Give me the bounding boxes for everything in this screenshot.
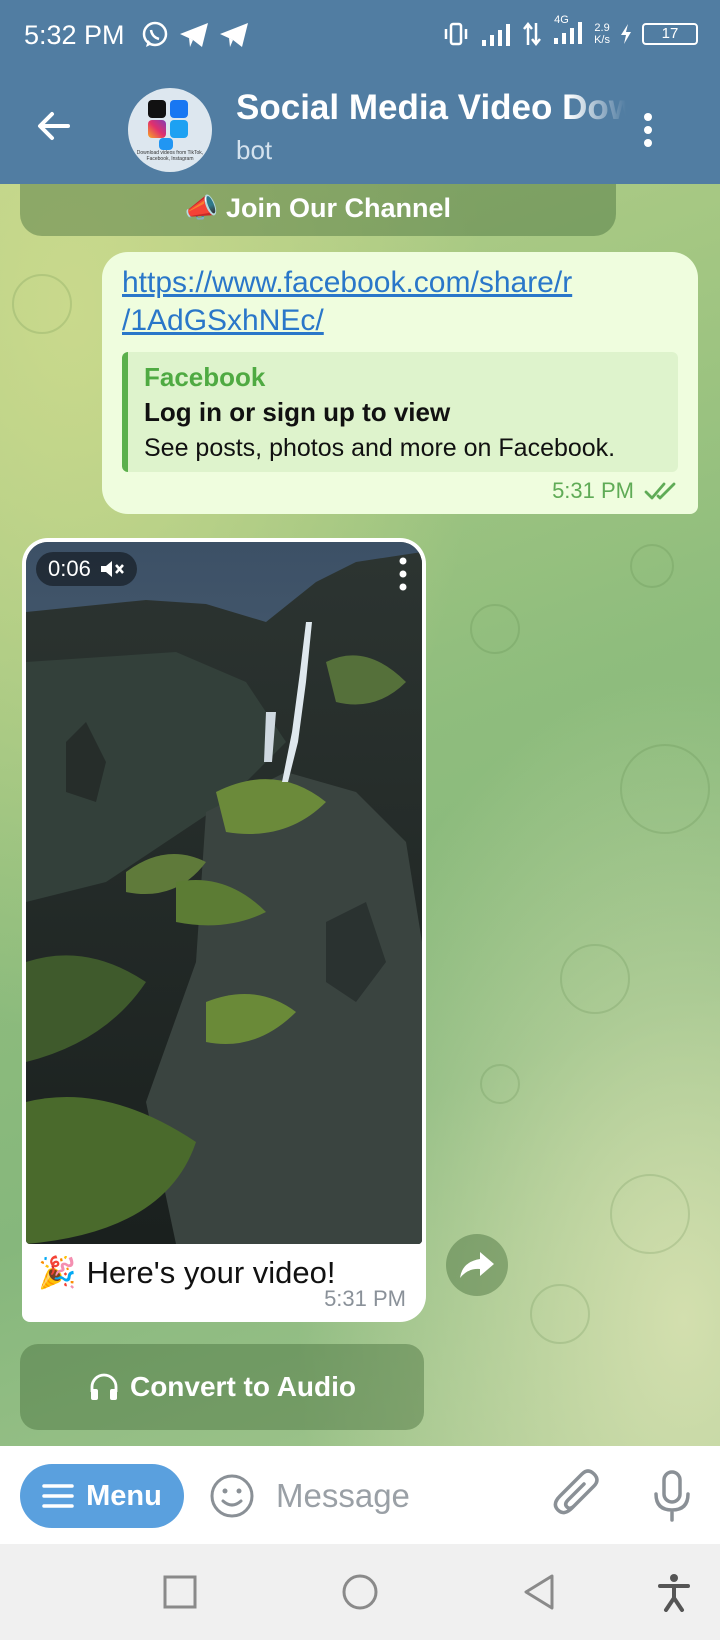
- instagram-icon: [148, 120, 166, 138]
- video-player[interactable]: 0:06: [26, 542, 422, 1244]
- caption-text: Here's your video!: [86, 1254, 336, 1290]
- back-arrow-icon[interactable]: [34, 106, 74, 146]
- battery-indicator: 17: [642, 22, 698, 45]
- tiktok-icon: [148, 100, 166, 118]
- more-options-icon[interactable]: [638, 110, 658, 150]
- chat-header: Download videos from TikTok, Facebook, I…: [0, 80, 720, 180]
- background-doodle: [470, 604, 520, 654]
- facebook-icon: [170, 100, 188, 118]
- video-duration-badge[interactable]: 0:06: [36, 552, 137, 586]
- accessibility-icon[interactable]: [654, 1572, 694, 1612]
- convert-audio-label: Convert to Audio: [129, 1371, 357, 1402]
- signal-icon: [482, 23, 511, 46]
- background-doodle: [620, 744, 710, 834]
- network-type: 4G: [554, 14, 569, 26]
- message-time: 5:31 PM: [324, 1286, 406, 1311]
- preview-title: Log in or sign up to view: [144, 397, 451, 427]
- whatsapp-icon: [142, 21, 168, 47]
- notification-icons: [140, 20, 250, 50]
- background-doodle: [560, 944, 630, 1014]
- twitter-icon: [170, 120, 188, 138]
- telegram-icon: [180, 23, 208, 47]
- video-options-icon[interactable]: [398, 556, 408, 592]
- outgoing-message[interactable]: https://www.facebook.com/share/r /1AdGSx…: [102, 252, 698, 514]
- download-icon: [159, 138, 173, 150]
- convert-to-audio-button[interactable]: Convert to Audio: [20, 1344, 424, 1430]
- home-circle-icon[interactable]: [340, 1572, 380, 1612]
- status-right: 4G 2.9 K/s 17: [442, 14, 698, 47]
- join-channel-button[interactable]: 📣 Join Our Channel: [20, 184, 616, 236]
- recents-square-icon[interactable]: [160, 1572, 200, 1612]
- telegram-icon: [220, 23, 248, 47]
- background-doodle: [480, 1064, 520, 1104]
- chat-title[interactable]: Social Media Video Dow: [236, 88, 626, 128]
- muted-speaker-icon[interactable]: [99, 558, 125, 580]
- net-speed: 2.9 K/s: [594, 21, 610, 46]
- preview-description: See posts, photos and more on Facebook.: [144, 434, 616, 462]
- preview-site-name: Facebook: [144, 362, 266, 392]
- message-meta: 5:31 PM: [552, 478, 678, 504]
- back-triangle-icon[interactable]: [520, 1572, 560, 1612]
- background-doodle: [610, 1174, 690, 1254]
- hamburger-icon: [42, 1484, 74, 1508]
- menu-button-label: Menu: [86, 1479, 162, 1512]
- message-link[interactable]: https://www.facebook.com/share/r: [122, 264, 678, 302]
- party-popper-icon: 🎉: [38, 1255, 77, 1290]
- system-nav-bar: [0, 1544, 720, 1640]
- headphones-icon: [90, 1373, 118, 1400]
- emoji-icon[interactable]: [208, 1472, 256, 1520]
- message-time: 5:31 PM: [552, 478, 634, 503]
- message-input-bar: Menu: [0, 1446, 720, 1544]
- attach-icon[interactable]: [552, 1468, 602, 1522]
- status-bar: 5:32 PM 4G 2.9 K/s 17: [0, 0, 720, 72]
- background-doodle: [12, 274, 72, 334]
- chat-subtitle: bot: [236, 135, 273, 165]
- top-bar: 5:32 PM 4G 2.9 K/s 17 Download videos fr…: [0, 0, 720, 184]
- vibrate-icon: [444, 22, 468, 45]
- message-link[interactable]: /1AdGSxhNEc/: [122, 302, 678, 340]
- status-time: 5:32 PM: [24, 20, 125, 50]
- video-thumbnail: [26, 542, 422, 1244]
- double-check-icon: [644, 482, 676, 500]
- background-doodle: [530, 1284, 590, 1344]
- share-arrow-icon: [460, 1252, 494, 1278]
- bot-avatar[interactable]: Download videos from TikTok, Facebook, I…: [128, 88, 212, 172]
- incoming-video-message[interactable]: 0:06 🎉 Here's your video! 5:31 PM: [22, 538, 426, 1322]
- avatar-caption: Download videos from TikTok, Facebook, I…: [136, 150, 204, 162]
- video-caption: 🎉 Here's your video!: [38, 1254, 335, 1291]
- video-duration: 0:06: [48, 556, 91, 581]
- background-doodle: [630, 544, 674, 588]
- link-preview[interactable]: Facebook Log in or sign up to view See p…: [122, 352, 678, 472]
- message-input[interactable]: [276, 1470, 526, 1522]
- menu-button[interactable]: Menu: [20, 1464, 184, 1528]
- data-transfer-icon: [523, 21, 542, 46]
- forward-button[interactable]: [446, 1234, 508, 1296]
- chat-area[interactable]: 📣 Join Our Channel https://www.facebook.…: [0, 184, 720, 1446]
- microphone-icon[interactable]: [650, 1468, 694, 1524]
- charging-icon: [621, 23, 631, 44]
